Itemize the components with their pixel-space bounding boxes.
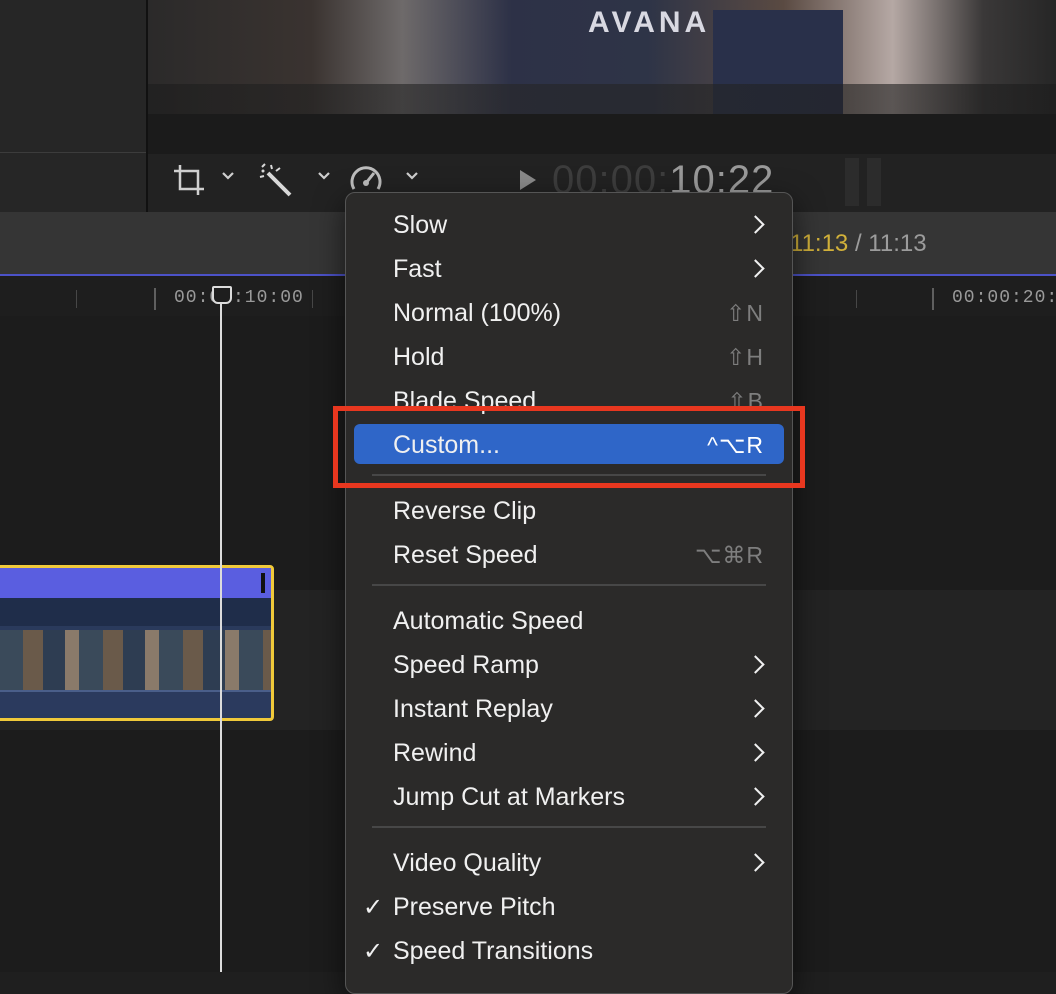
audio-meter xyxy=(845,158,885,206)
checkmark-icon: ✓ xyxy=(363,894,384,921)
duration-separator: / xyxy=(848,230,869,257)
playhead-line[interactable] xyxy=(220,292,222,972)
menu-item-label: Automatic Speed xyxy=(393,607,584,635)
menu-item-rewind[interactable]: Rewind xyxy=(354,732,784,772)
audio-meter-bar-right xyxy=(867,158,881,206)
crop-transform-icon[interactable] xyxy=(172,162,206,198)
menu-item-label: Reverse Clip xyxy=(393,497,537,525)
clip-audio-strip xyxy=(0,690,271,714)
chevron-right-icon xyxy=(746,743,765,762)
chevron-right-icon xyxy=(746,853,765,872)
clip-trim-handle[interactable] xyxy=(261,573,265,593)
menu-item-jump-cut-at-markers[interactable]: Jump Cut at Markers xyxy=(354,776,784,816)
menu-item-automatic-speed[interactable]: Automatic Speed xyxy=(354,600,784,640)
chevron-down-icon-svg xyxy=(222,172,234,180)
menu-item-shortcut: ⇧N xyxy=(726,300,764,326)
video-clip[interactable] xyxy=(0,565,274,721)
menu-item-reverse-clip[interactable]: Reverse Clip xyxy=(354,490,784,530)
browser-divider xyxy=(0,152,146,153)
menu-item-label: Slow xyxy=(393,211,448,239)
menu-item-fast[interactable]: Fast xyxy=(354,248,784,288)
ruler-tick xyxy=(76,290,77,308)
ruler-label: 00:00:20:0 xyxy=(952,288,1056,308)
retime-menu: Slow Fast Normal (100%) ⇧N Hold ⇧H Blade… xyxy=(345,192,793,994)
menu-item-label: Rewind xyxy=(393,739,477,767)
menu-item-label: Reset Speed xyxy=(393,541,538,569)
chevron-down-icon[interactable] xyxy=(316,168,332,189)
ruler-tick xyxy=(312,290,313,308)
menu-item-preserve-pitch[interactable]: ✓ Preserve Pitch xyxy=(354,886,784,926)
menu-item-shortcut: ⌥⌘R xyxy=(694,542,764,568)
menu-item-reset-speed[interactable]: Reset Speed ⌥⌘R xyxy=(354,534,784,574)
clip-band xyxy=(0,598,271,626)
menu-item-speed-ramp[interactable]: Speed Ramp xyxy=(354,644,784,684)
browser-panel xyxy=(0,0,146,212)
menu-item-normal[interactable]: Normal (100%) ⇧N xyxy=(354,292,784,332)
chevron-right-icon xyxy=(746,699,765,718)
menu-item-label: Preserve Pitch xyxy=(393,893,556,921)
chevron-right-icon xyxy=(746,655,765,674)
chevron-right-icon xyxy=(746,259,765,278)
chevron-down-icon-svg xyxy=(406,172,418,180)
menu-separator xyxy=(372,584,766,586)
menu-item-instant-replay[interactable]: Instant Replay xyxy=(354,688,784,728)
menu-item-label: Fast xyxy=(393,255,442,283)
duration-current: 11:13 xyxy=(790,230,849,257)
menu-item-video-quality[interactable]: Video Quality xyxy=(354,842,784,882)
chevron-right-icon xyxy=(746,215,765,234)
menu-item-label: Jump Cut at Markers xyxy=(393,783,626,811)
menu-item-hold[interactable]: Hold ⇧H xyxy=(354,336,784,376)
playhead-handle[interactable] xyxy=(212,286,232,304)
viewer-frame-text: AVANA xyxy=(588,6,711,39)
chevron-down-icon[interactable] xyxy=(220,168,236,189)
audio-meter-bar-left xyxy=(845,158,859,206)
magic-wand-icon[interactable] xyxy=(258,162,294,198)
checkmark-icon: ✓ xyxy=(363,938,384,965)
ruler-tick xyxy=(932,288,934,310)
clip-filmstrip xyxy=(0,630,271,690)
menu-item-label: Video Quality xyxy=(393,849,542,877)
menu-item-label: Speed Transitions xyxy=(393,937,594,965)
menu-item-label: Speed Ramp xyxy=(393,651,539,679)
menu-item-speed-transitions[interactable]: ✓ Speed Transitions xyxy=(354,930,784,970)
duration-total: 11:13 xyxy=(868,230,927,257)
timeline-duration: 11:13 / 11:13 xyxy=(790,230,927,258)
ruler-label: 00:00:10:00 xyxy=(174,288,304,308)
chevron-right-icon xyxy=(746,787,765,806)
menu-item-slow[interactable]: Slow xyxy=(354,204,784,244)
chevron-down-icon[interactable] xyxy=(404,168,420,189)
ruler-tick xyxy=(154,288,156,310)
menu-item-label: Normal (100%) xyxy=(393,299,562,327)
menu-item-label: Hold xyxy=(393,343,445,371)
chevron-down-icon-svg xyxy=(318,172,330,180)
crop-transform-icon-svg xyxy=(174,165,204,195)
video-viewer[interactable]: AVANA xyxy=(148,0,1056,114)
clip-title-bar[interactable] xyxy=(0,568,271,598)
menu-item-label: Instant Replay xyxy=(393,695,553,723)
viewer-frame-shadow xyxy=(148,84,1056,114)
menu-item-shortcut: ⇧H xyxy=(726,344,764,370)
play-icon[interactable] xyxy=(520,170,536,190)
magic-wand-icon-svg xyxy=(259,163,292,197)
menu-separator xyxy=(372,826,766,828)
viewer-bottom-bar xyxy=(148,114,1056,155)
ruler-tick xyxy=(856,290,857,308)
annotation-highlight-box xyxy=(333,406,805,488)
